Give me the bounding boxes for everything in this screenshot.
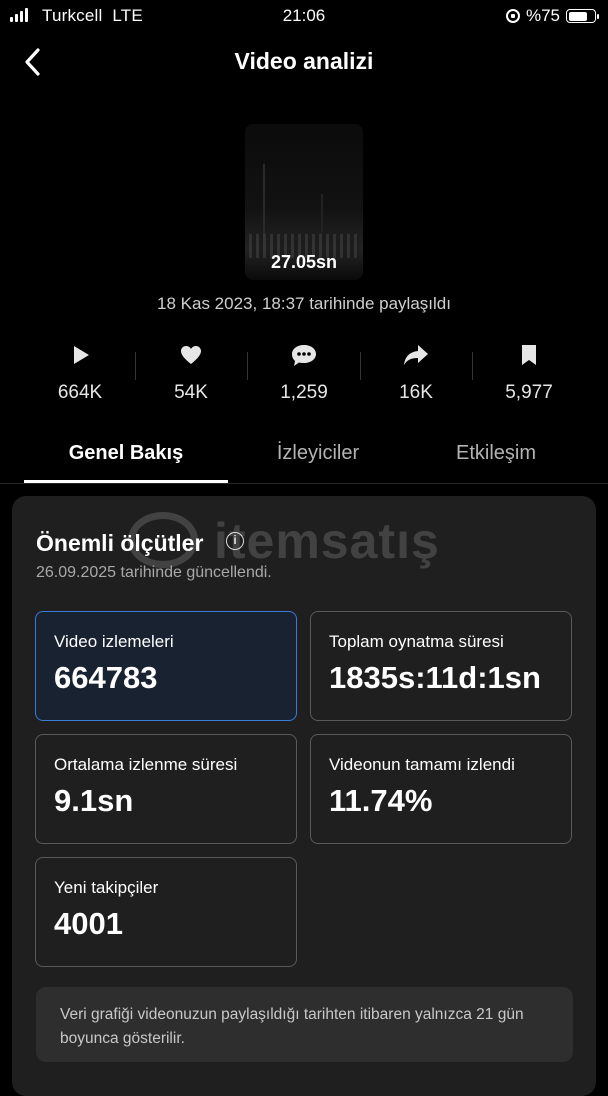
shared-date: 18 Kas 2023, 18:37 tarihinde paylaşıldı xyxy=(157,294,451,313)
info-note: Veri grafiği videonuzun paylaşıldığı tar… xyxy=(36,987,573,1062)
comment-icon xyxy=(292,345,316,366)
battery-icon xyxy=(566,9,599,23)
stats-row: 664K 54K 1,259 16K 5,977 xyxy=(0,340,608,410)
share-icon xyxy=(404,345,428,365)
stat-shares: 16K xyxy=(366,340,466,404)
stat-likes: 54K xyxy=(141,340,241,404)
metric-label: Videonun tamamı izlendi xyxy=(329,755,515,774)
updated-date: 26.09.2025 tarihinde güncellendi. xyxy=(36,564,272,581)
metric-value: 1835s:11d:1sn xyxy=(329,660,541,695)
tab-viewers[interactable]: İzleyiciler xyxy=(218,442,418,465)
metric-value: 11.74% xyxy=(329,783,433,818)
stat-views: 664K xyxy=(30,340,130,404)
heart-icon xyxy=(181,346,201,364)
stat-comments: 1,259 xyxy=(254,340,354,404)
metric-card-video-views[interactable]: Video izlemeleri 664783 xyxy=(35,611,297,721)
section-title: Önemli ölçütler xyxy=(36,530,204,556)
metric-label: Video izlemeleri xyxy=(54,632,174,651)
bookmark-icon xyxy=(522,345,536,365)
play-icon xyxy=(74,346,89,364)
tab-overview[interactable]: Genel Bakış xyxy=(24,442,228,465)
metric-value: 664783 xyxy=(54,660,158,695)
metric-value: 9.1sn xyxy=(54,783,134,818)
info-icon[interactable]: i xyxy=(226,532,244,550)
metric-label: Toplam oynatma süresi xyxy=(329,632,504,651)
page-title: Video analizi xyxy=(234,48,374,74)
tab-engagement[interactable]: Etkileşim xyxy=(396,442,596,465)
battery-percent: %75 xyxy=(525,6,560,25)
rotation-lock-icon xyxy=(505,9,520,23)
status-bar: Turkcell LTE 21:06 %75 xyxy=(0,0,608,32)
metric-label: Ortalama izlenme süresi xyxy=(54,755,238,774)
metric-value: 4001 xyxy=(54,906,123,941)
video-duration: 27.05sn xyxy=(270,252,338,272)
metric-card-watched-full[interactable]: Videonun tamamı izlendi 11.74% xyxy=(310,734,572,844)
stat-saves: 5,977 xyxy=(479,340,579,404)
tab-divider xyxy=(0,483,608,484)
metric-card-new-followers[interactable]: Yeni takipçiler 4001 xyxy=(35,857,297,967)
metric-label: Yeni takipçiler xyxy=(54,878,159,897)
metric-card-average-watch-time[interactable]: Ortalama izlenme süresi 9.1sn xyxy=(35,734,297,844)
metric-card-total-play-time[interactable]: Toplam oynatma süresi 1835s:11d:1sn xyxy=(310,611,572,721)
